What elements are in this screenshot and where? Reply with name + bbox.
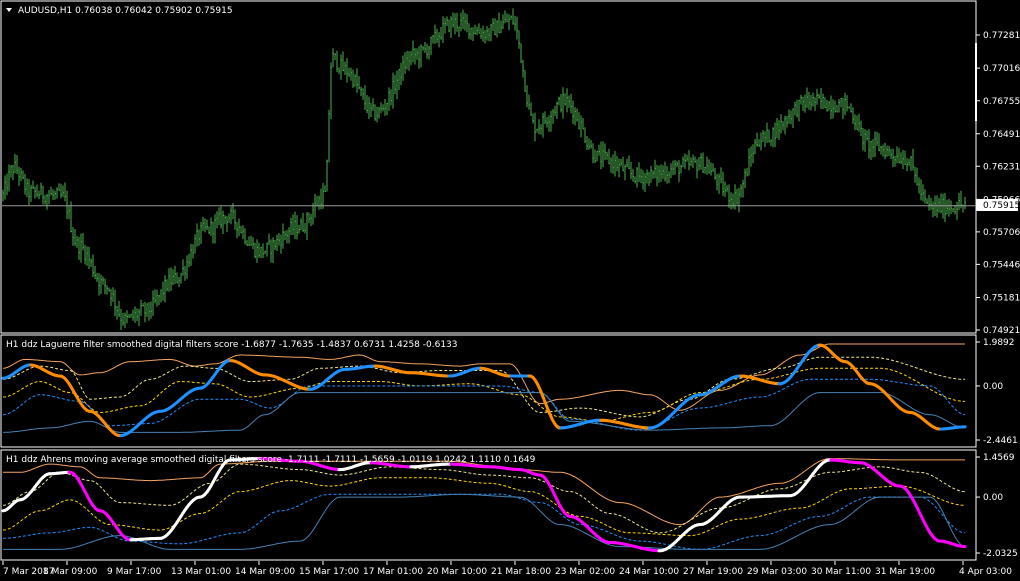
price-panel-title: AUDUSD,H1 0.76038 0.76042 0.75902 0.7591… (18, 6, 233, 16)
price-tick-label: 0.77016 (983, 64, 1020, 74)
indicator-tick-label: 0.00 (983, 493, 1003, 503)
indicator-tick-label: 1.4569 (983, 453, 1015, 463)
time-tick-label: 23 Mar 02:00 (555, 567, 615, 577)
time-tick-label: 24 Mar 10:00 (619, 567, 679, 577)
time-tick-label: 21 Mar 18:00 (491, 567, 551, 577)
indicator-tick-label: 0.00 (983, 382, 1003, 392)
price-tick-label: 0.76491 (983, 130, 1020, 140)
time-tick-label: 14 Mar 09:00 (235, 567, 295, 577)
price-tick-label: 0.75181 (983, 294, 1020, 304)
time-tick-label: 29 Mar 03:00 (747, 567, 807, 577)
time-tick-label: 17 Mar 01:00 (363, 567, 423, 577)
laguerre-panel-title: H1 ddz Laguerre filter smoothed digital … (6, 340, 458, 350)
time-tick-label: 13 Mar 01:00 (171, 567, 231, 577)
price-tick-label: 0.76755 (983, 97, 1020, 107)
time-tick-label: 4 Apr 03:00 (959, 567, 1012, 577)
ahrens-panel-title: H1 ddz Ahrens moving average smoothed di… (6, 455, 536, 465)
price-tick-label: 0.76231 (983, 162, 1020, 172)
time-tick-label: 15 Mar 17:00 (299, 567, 359, 577)
time-tick-label: 30 Mar 11:00 (811, 567, 871, 577)
time-tick-label: 20 Mar 10:00 (427, 567, 487, 577)
time-tick-label: 9 Mar 17:00 (107, 567, 162, 577)
price-tick-label: 0.74921 (983, 326, 1020, 336)
indicator-tick-label: -2.4461 (983, 436, 1018, 446)
indicator-tick-label: 1.9892 (983, 338, 1015, 348)
chart-window[interactable]: 0.77281 0.77016 0.76755 0.76491 0.76231 0.759… (0, 0, 1020, 581)
time-tick-label: 27 Mar 19:00 (683, 567, 743, 577)
current-price-label: 0.75915 (983, 201, 1020, 211)
price-tick-label: 0.75706 (983, 228, 1020, 238)
time-tick-label: 31 Mar 19:00 (875, 567, 935, 577)
time-tick-label: 8 Mar 09:00 (43, 567, 98, 577)
price-tick-label: 0.77281 (983, 31, 1020, 41)
scroll-marker (975, 43, 977, 121)
indicator-tick-label: -2.0325 (983, 549, 1018, 559)
price-tick-label: 0.75446 (983, 260, 1020, 270)
